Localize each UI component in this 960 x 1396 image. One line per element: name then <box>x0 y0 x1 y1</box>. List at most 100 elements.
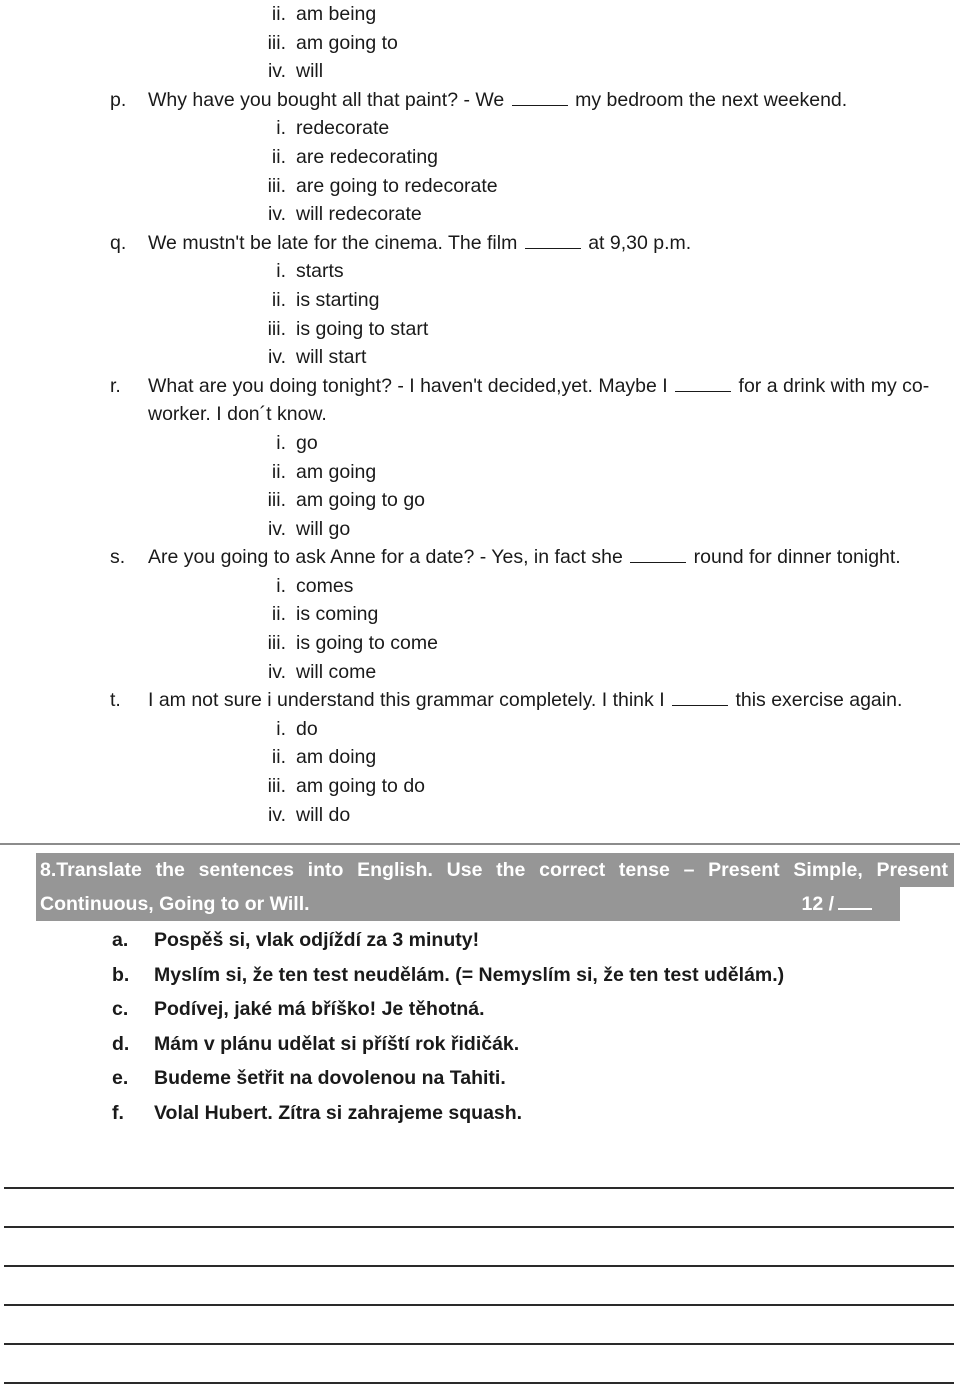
answer-line[interactable] <box>4 1189 954 1229</box>
option-marker: ii. <box>271 145 286 168</box>
answer-line[interactable] <box>4 1306 954 1346</box>
czech-sentence-marker: c. <box>112 998 129 1021</box>
czech-sentence-text: Podívej, jaké má bříško! Je těhotná. <box>154 998 485 1021</box>
option-row[interactable]: iii. is going to come <box>0 629 960 658</box>
option-row[interactable]: ii. am doing <box>0 743 960 772</box>
option-marker: iii. <box>267 174 286 197</box>
fill-in-blank[interactable] <box>524 230 581 249</box>
option-row[interactable]: iv. will redecorate <box>0 200 960 229</box>
option-marker: iv. <box>267 346 286 369</box>
option-text: am doing <box>296 746 377 769</box>
option-text: will do <box>296 803 351 826</box>
option-row[interactable]: ii. are redecorating <box>0 143 960 172</box>
question-marker: p. <box>110 88 127 111</box>
question-text-before-blank: We mustn't be late for the cinema. The f… <box>148 231 518 254</box>
question-text-after-blank: this exercise again. <box>735 689 903 712</box>
fill-in-blank[interactable] <box>630 544 687 564</box>
question-text: Why have you bought all that paint? - We… <box>148 86 952 115</box>
option-row[interactable]: iv. will go <box>0 515 960 544</box>
option-row[interactable]: iii. is going to start <box>0 315 960 344</box>
option-text: comes <box>296 574 354 597</box>
option-row[interactable]: ii. am going <box>0 458 960 487</box>
option-row[interactable]: iv. will do <box>0 801 960 830</box>
answer-line[interactable] <box>4 1267 954 1307</box>
section-8-heading: 8. Translate the sentences into English.… <box>0 853 960 922</box>
option-text: are going to redecorate <box>296 174 498 197</box>
option-row[interactable]: iii. am going to do <box>0 772 960 801</box>
czech-sentence-marker: f. <box>112 1101 124 1124</box>
section-8-instruction-cont: Continuous, Going to or Will. <box>40 893 310 916</box>
option-row[interactable]: i. do <box>0 715 960 744</box>
option-marker: iii. <box>267 317 286 340</box>
question-row: r. What are you doing tonight? - I haven'… <box>0 372 960 429</box>
option-marker: i. <box>276 431 286 454</box>
option-text: is coming <box>296 603 379 626</box>
section-8-heading-line2: Continuous, Going to or Will. 12 / <box>36 887 900 922</box>
question-marker: r. <box>110 374 121 397</box>
option-row[interactable]: iv. will start <box>0 343 960 372</box>
option-text: am going to do <box>296 775 426 798</box>
answer-line[interactable] <box>4 1345 954 1385</box>
score-value: 12 / <box>801 893 834 916</box>
option-text: will redecorate <box>296 203 422 226</box>
option-text: will go <box>296 517 351 540</box>
fill-in-blank[interactable] <box>511 87 568 106</box>
question-text-before-blank: What are you doing tonight? - I haven't … <box>148 374 668 397</box>
question-row: p. Why have you bought all that paint? - … <box>0 86 960 115</box>
czech-sentence-marker: d. <box>112 1032 130 1055</box>
option-row[interactable]: i. go <box>0 429 960 458</box>
question-text: Are you going to ask Anne for a date? - … <box>148 543 952 572</box>
option-row[interactable]: iii. am going to <box>0 29 960 58</box>
question-row: q. We mustn't be late for the cinema. The… <box>0 229 960 258</box>
option-marker: i. <box>276 717 286 740</box>
answer-line[interactable] <box>4 1150 954 1190</box>
option-row[interactable]: i. starts <box>0 257 960 286</box>
option-marker: iv. <box>267 517 286 540</box>
czech-sentence-row: e. Budeme šetřit na dovolenou na Tahiti. <box>0 1059 960 1094</box>
question-text: What are you doing tonight? - I haven't … <box>148 372 952 429</box>
answer-writing-lines <box>0 1150 960 1385</box>
option-row[interactable]: ii. is starting <box>0 286 960 315</box>
czech-sentence-text: Pospěš si, vlak odjíždí za 3 minuty! <box>154 929 480 952</box>
option-text: will <box>296 60 324 83</box>
option-row[interactable]: iii. am going to go <box>0 486 960 515</box>
option-marker: iv. <box>267 803 286 826</box>
question-text-before-blank: I am not sure i understand this grammar … <box>148 689 665 712</box>
fill-in-blank[interactable] <box>672 687 729 707</box>
document-page: ii. am being iii. am going to iv. will p. Why h… <box>0 0 960 1396</box>
fill-in-blank[interactable] <box>675 373 732 392</box>
czech-sentence-row: c. Podívej, jaké má bříško! Je těhotná. <box>0 990 960 1025</box>
czech-sentence-row: d. Mám v plánu udělat si příští rok řidič… <box>0 1025 960 1060</box>
option-row[interactable]: i. comes <box>0 572 960 601</box>
option-text: are redecorating <box>296 145 439 168</box>
question-text-before-blank: Are you going to ask Anne for a date? - … <box>148 546 623 569</box>
option-row[interactable]: iv. will come <box>0 658 960 687</box>
option-marker: i. <box>276 117 286 140</box>
option-row[interactable]: iv. will <box>0 57 960 86</box>
question-row: s. Are you going to ask Anne for a date? … <box>0 543 960 572</box>
option-row[interactable]: iii. are going to redecorate <box>0 172 960 201</box>
option-marker: i. <box>276 260 286 283</box>
question-row: t. I am not sure i understand this gramma… <box>0 686 960 715</box>
question-text-after-blank: round for dinner tonight. <box>693 546 901 569</box>
option-row[interactable]: ii. am being <box>0 0 960 29</box>
option-text: is going to come <box>296 632 438 655</box>
question-marker: t. <box>110 689 121 712</box>
czech-sentence-text: Volal Hubert. Zítra si zahrajeme squash. <box>154 1101 523 1124</box>
option-text: go <box>296 431 318 454</box>
czech-sentence-marker: b. <box>112 963 130 986</box>
option-text: will come <box>296 660 377 683</box>
score-blank[interactable] <box>838 892 872 911</box>
answer-line[interactable] <box>4 1228 954 1268</box>
czech-sentence-marker: e. <box>112 1067 129 1090</box>
option-marker: iv. <box>267 60 286 83</box>
option-row[interactable]: i. redecorate <box>0 114 960 143</box>
czech-sentence-row: f. Volal Hubert. Zítra si zahrajeme squas… <box>0 1094 960 1129</box>
option-text: is going to start <box>296 317 429 340</box>
option-marker: iv. <box>267 203 286 226</box>
multiple-choice-exercise: ii. am being iii. am going to iv. will p. Why h… <box>0 0 960 829</box>
czech-sentences-list: a. Pospěš si, vlak odjíždí za 3 minuty! b.… <box>0 921 960 1128</box>
option-text: am going to go <box>296 489 426 512</box>
question-text: We mustn't be late for the cinema. The f… <box>148 229 952 258</box>
option-row[interactable]: ii. is coming <box>0 600 960 629</box>
